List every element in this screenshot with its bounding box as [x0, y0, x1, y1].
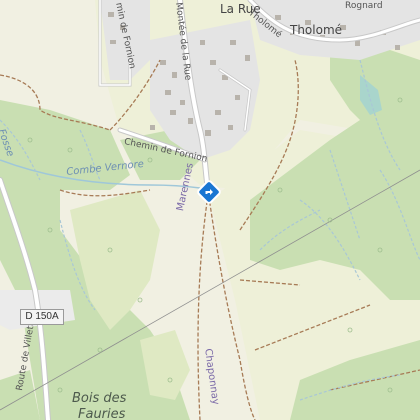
directions-diamond-icon[interactable] — [197, 180, 221, 204]
map-canvas[interactable]: La Rue Tholomé Tholomé Rognard Montée de… — [0, 0, 420, 420]
label-fauries: Fauries — [78, 407, 126, 420]
road-shield-d150a: D 150A — [20, 309, 64, 325]
directions-diamond-icon-graphic — [197, 180, 221, 204]
label-bois-des: Bois des — [72, 391, 127, 406]
label-rognard: Rognard — [345, 1, 383, 11]
label-tholome: Tholomé — [290, 23, 343, 37]
